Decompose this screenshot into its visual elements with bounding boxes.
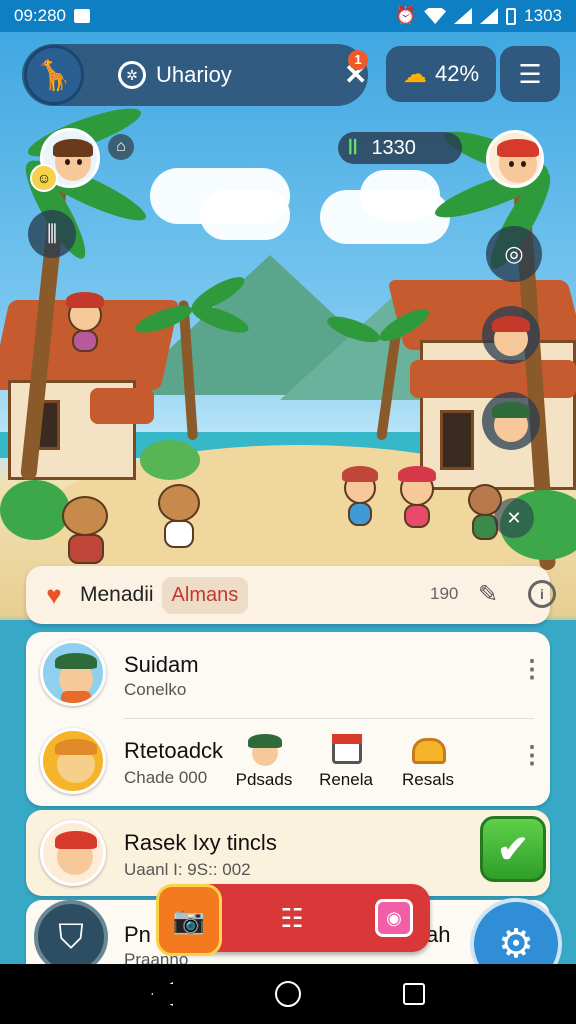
villager-avatar[interactable] — [482, 392, 540, 450]
list-button[interactable]: ☷ — [264, 890, 320, 946]
list-item[interactable]: Suidam Conelko ⋮ — [26, 632, 550, 718]
row-subtitle: Conelko — [124, 680, 187, 699]
tools-icon[interactable]: ✕ — [494, 498, 534, 538]
game-logo-icon[interactable]: 🦒 — [24, 45, 84, 105]
divider — [124, 718, 534, 719]
row-title: Suidam — [124, 652, 199, 677]
wifi-icon — [424, 8, 447, 24]
tab-count: 190 — [430, 584, 459, 603]
shield-icon[interactable]: ⛉ — [34, 900, 108, 974]
basket-icon — [408, 732, 448, 768]
row-title: Rasek Ixy tincls — [124, 830, 277, 855]
row-subtitle: Chade 000 — [124, 768, 208, 787]
confirm-check-button[interactable]: ✔ — [480, 816, 546, 882]
more-options-icon[interactable]: ⋮ — [520, 658, 544, 682]
signal-icon — [454, 8, 473, 24]
hut-roof — [90, 388, 154, 424]
back-icon[interactable] — [151, 982, 173, 1006]
row-title: Pn — [124, 922, 151, 947]
villager-avatar — [40, 820, 106, 886]
hut-window — [440, 410, 474, 470]
mini-item-pdsads[interactable]: Pdsads — [228, 732, 300, 790]
home-flag-icon[interactable]: ⌂ — [108, 134, 134, 160]
resource-value: 1330 — [371, 136, 416, 159]
row-subtitle: Uaanl I: 9S:: 002 — [124, 860, 251, 879]
category-tab-bar: ♥ Menadii Almans 190 ✎ i — [26, 566, 556, 624]
mini-item-renela[interactable]: Renela — [310, 732, 382, 790]
signal-icon — [480, 8, 499, 24]
system-nav-bar — [0, 964, 576, 1024]
status-time: 09:280 — [14, 6, 66, 25]
house-icon — [326, 732, 366, 768]
home-icon[interactable] — [275, 981, 301, 1007]
tab-almans[interactable]: Almans — [161, 576, 249, 614]
photo-button[interactable]: ◉ — [366, 890, 422, 946]
villager-head-icon — [244, 732, 284, 768]
camera-button[interactable]: 📷 — [156, 884, 222, 956]
action-bar: 📷 ☷ ◉ — [156, 884, 430, 956]
more-options-icon[interactable]: ⋮ — [520, 744, 544, 768]
villager-avatar — [40, 640, 106, 706]
energy-percent: 42% — [434, 61, 480, 86]
photo-icon: ◉ — [375, 899, 413, 937]
emoji-badge-icon: ☺ — [30, 164, 58, 192]
villager-avatar[interactable] — [486, 130, 544, 188]
villager-avatar — [40, 728, 106, 794]
status-bar: 09:280 ⏰ 1303 — [0, 0, 576, 32]
mini-item-resals[interactable]: Resals — [392, 732, 464, 790]
menu-list-icon[interactable]: ☰ — [500, 46, 560, 102]
player-hud[interactable]: 🦒 ✲ Uharioy ✕ — [22, 44, 368, 106]
battery-icon — [506, 7, 517, 25]
heart-icon: ♥ — [46, 579, 62, 610]
villager-avatar[interactable] — [482, 306, 540, 364]
mini-item-label: Pdsads — [235, 770, 293, 789]
target-icon[interactable]: ◎ — [486, 226, 542, 282]
hut-roof — [410, 360, 576, 398]
status-battery-text: 1303 — [524, 6, 562, 25]
energy-icon: ☁ — [402, 60, 427, 88]
tab-menadii[interactable]: Menadii — [80, 583, 154, 607]
cloud — [360, 170, 440, 220]
player-name: Uharioy — [156, 62, 232, 87]
resource-counter[interactable]: ꟾꟾ 1330 — [338, 132, 462, 164]
gate-icon[interactable]: ⫼ — [28, 210, 76, 258]
bush — [0, 480, 70, 540]
recent-apps-icon[interactable] — [403, 983, 425, 1005]
info-icon[interactable]: i — [528, 580, 556, 608]
energy-display[interactable]: ☁ 42% — [386, 46, 496, 102]
settings-wheel-icon[interactable]: ✲ — [118, 61, 146, 89]
notification-badge: 1 — [348, 50, 368, 70]
bush — [140, 440, 200, 480]
mini-item-label: Resals — [402, 770, 454, 789]
edit-icon[interactable]: ✎ — [478, 580, 498, 609]
alarm-icon: ⏰ — [395, 6, 417, 25]
mini-item-label: Renela — [319, 770, 373, 789]
cloud — [200, 190, 290, 240]
row-title: Rtetoadck — [124, 738, 224, 763]
resource-icon: ꟾꟾ — [348, 138, 358, 158]
villager-list-card: Suidam Conelko ⋮ Rtetoadck Chade 000 Pds… — [26, 632, 550, 806]
list-item[interactable]: Rtetoadck Chade 000 Pdsads Renela Resals… — [26, 722, 550, 806]
gallery-icon — [74, 9, 90, 23]
